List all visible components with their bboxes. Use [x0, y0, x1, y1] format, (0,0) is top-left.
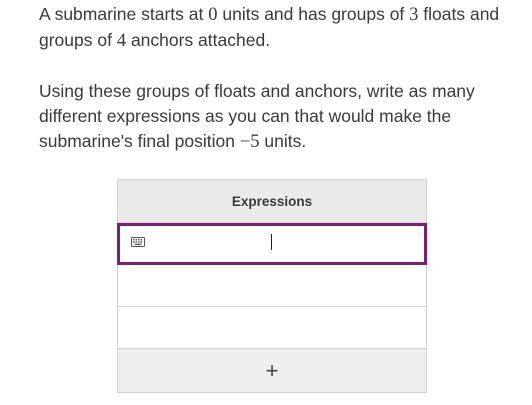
add-row-button[interactable]: + — [117, 349, 427, 393]
keyboard-icon[interactable] — [131, 237, 145, 247]
prompt-text: anchors attached. — [126, 30, 271, 50]
expression-input-row-3[interactable] — [117, 307, 427, 349]
question-prompt: A submarine starts at 0 units and has gr… — [39, 2, 514, 155]
plus-icon[interactable]: + — [266, 358, 279, 384]
text-caret — [271, 234, 272, 250]
prompt-text: A submarine starts at — [39, 4, 209, 24]
prompt-text: units and has groups of — [217, 4, 410, 24]
expression-input-row-2[interactable] — [117, 265, 427, 307]
math-value: 0 — [208, 5, 218, 25]
prompt-paragraph-2: Using these groups of floats and anchors… — [39, 79, 514, 155]
prompt-text: units. — [259, 131, 307, 151]
prompt-paragraph-1: A submarine starts at 0 units and has gr… — [39, 2, 514, 54]
expressions-table: Expressions + — [117, 179, 427, 393]
math-value: −5 — [239, 132, 260, 152]
table-header: Expressions — [117, 179, 427, 223]
math-value: 4 — [116, 31, 127, 51]
expression-input-row-1[interactable] — [117, 223, 427, 265]
